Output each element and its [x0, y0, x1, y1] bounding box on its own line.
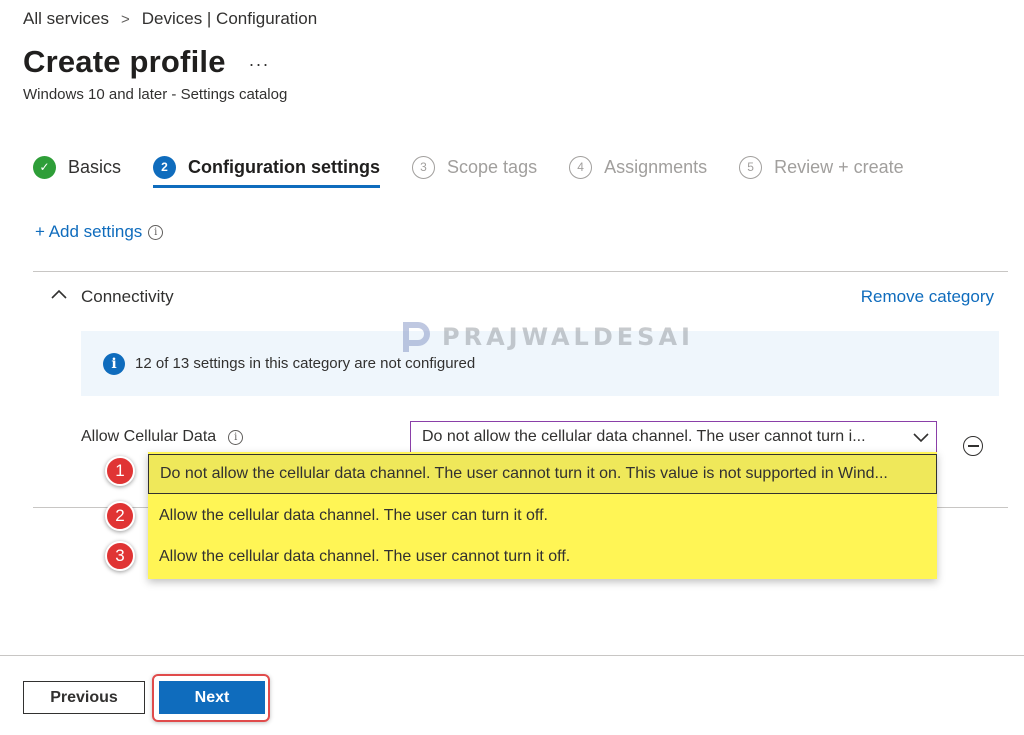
footer-divider: [0, 655, 1024, 656]
add-settings-label: + Add settings: [35, 222, 143, 241]
step-label: Assignments: [604, 156, 708, 177]
category-title: Connectivity: [81, 287, 174, 306]
dropdown-options-list: Do not allow the cellular data channel. …: [148, 452, 937, 579]
add-settings-link[interactable]: + Add settings i: [35, 222, 164, 242]
notice-text: 12 of 13 settings in this category are n…: [135, 355, 476, 372]
step-number: 3: [412, 155, 436, 179]
step-configuration-settings[interactable]: 2 Configuration settings: [153, 150, 381, 188]
watermark-logo-icon: [403, 322, 430, 352]
setting-label: Allow Cellular Data: [81, 428, 217, 445]
step-review-create[interactable]: 5 Review + create: [739, 150, 904, 184]
page-title: Create profile: [23, 44, 226, 79]
step-number: 5: [739, 155, 763, 179]
info-icon[interactable]: i: [148, 224, 164, 240]
chevron-down-icon: [906, 431, 936, 443]
breadcrumb: All services > Devices | Configuration: [23, 9, 317, 29]
page-subtitle: Windows 10 and later - Settings catalog: [23, 86, 288, 103]
dropdown-option-3[interactable]: Allow the cellular data channel. The use…: [148, 537, 937, 577]
dropdown-option-2[interactable]: Allow the cellular data channel. The use…: [148, 496, 937, 536]
info-icon[interactable]: i: [228, 429, 244, 445]
step-scope-tags[interactable]: 3 Scope tags: [412, 150, 537, 184]
option-label: Allow the cellular data channel. The use…: [159, 548, 571, 565]
previous-button[interactable]: Previous: [23, 681, 145, 714]
dropdown-selected-value: Do not allow the cellular data channel. …: [422, 428, 866, 445]
step-label: Configuration settings: [188, 156, 381, 177]
watermark: PRAJWALDESAI: [400, 320, 694, 354]
annotation-marker-1: 1: [105, 456, 135, 486]
cellular-data-dropdown[interactable]: Do not allow the cellular data channel. …: [410, 421, 937, 453]
step-assignments[interactable]: 4 Assignments: [569, 150, 707, 184]
chevron-up-icon[interactable]: [50, 286, 68, 309]
divider: [33, 271, 1008, 272]
remove-category-link[interactable]: Remove category: [861, 287, 994, 307]
more-options-icon[interactable]: ...: [249, 50, 270, 71]
checkmark-icon: ✓: [33, 155, 56, 179]
next-button[interactable]: Next: [159, 681, 265, 714]
breadcrumb-all-services[interactable]: All services: [23, 9, 109, 29]
remove-setting-icon[interactable]: [963, 436, 983, 456]
breadcrumb-devices-configuration[interactable]: Devices | Configuration: [142, 9, 317, 29]
wizard-steps: ✓ Basics 2 Configuration settings 3 Scop…: [33, 150, 936, 188]
info-icon: i: [103, 352, 125, 375]
option-label: Do not allow the cellular data channel. …: [160, 465, 888, 482]
step-label: Basics: [68, 156, 122, 177]
step-number: 2: [153, 155, 177, 179]
setting-allow-cellular-data: Allow Cellular Data i: [81, 428, 244, 446]
option-label: Allow the cellular data channel. The use…: [159, 507, 548, 524]
step-basics[interactable]: ✓ Basics: [33, 150, 121, 184]
watermark-text: PRAJWALDESAI: [442, 323, 694, 351]
dropdown-option-1[interactable]: Do not allow the cellular data channel. …: [148, 454, 937, 494]
breadcrumb-separator-icon: >: [120, 10, 130, 28]
annotation-marker-2: 2: [105, 501, 135, 531]
annotation-marker-3: 3: [105, 541, 135, 571]
step-label: Scope tags: [447, 156, 538, 177]
step-label: Review + create: [774, 156, 904, 177]
step-number: 4: [569, 155, 593, 179]
